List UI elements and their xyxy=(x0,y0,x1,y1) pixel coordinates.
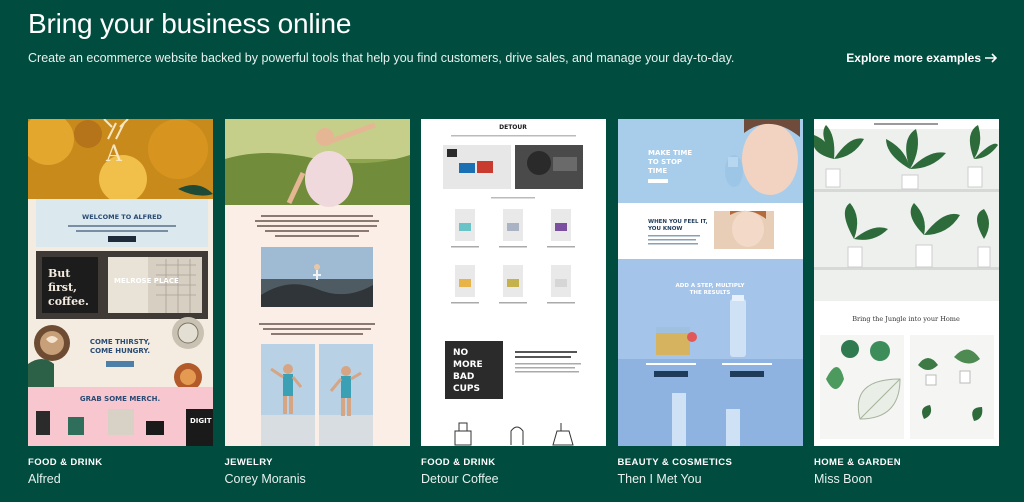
store-screenshot-then-i-met-you[interactable]: MAKE TIME TO STOP TIME WHEN YOU FEEL IT,… xyxy=(617,119,803,446)
store-category: FOOD & DRINK xyxy=(421,457,496,468)
store-name[interactable]: Miss Boon xyxy=(814,472,872,486)
svg-text:But: But xyxy=(48,267,71,280)
store-screenshot-miss-boon[interactable]: Bring the Jungle into your Home xyxy=(814,119,999,446)
store-card[interactable]: A WELCOME TO ALFRED But first, coffee. M… xyxy=(28,119,213,486)
store-name[interactable]: Alfred xyxy=(28,472,61,486)
svg-text:coffee.: coffee. xyxy=(48,295,89,308)
svg-text:DIGIT GIFTC: DIGIT GIFTC xyxy=(190,417,213,425)
svg-text:MORE: MORE xyxy=(453,360,483,370)
svg-text:A: A xyxy=(105,142,123,167)
store-card[interactable]: MAKE TIME TO STOP TIME WHEN YOU FEEL IT,… xyxy=(617,119,803,486)
svg-text:BAD: BAD xyxy=(453,372,474,382)
miss-boon-screenshot: Bring the Jungle into your Home xyxy=(814,119,999,446)
store-card[interactable]: DETOUR NO MORE BAD CUPS FOOD & DRINK Det… xyxy=(421,119,606,486)
corey-moranis-screenshot xyxy=(224,119,410,446)
svg-text:WELCOME TO ALFRED: WELCOME TO ALFRED xyxy=(82,213,162,221)
svg-text:COME HUNGRY.: COME HUNGRY. xyxy=(90,347,150,355)
svg-text:COME THIRSTY,: COME THIRSTY, xyxy=(90,338,150,346)
svg-text:THE RESULTS: THE RESULTS xyxy=(689,290,730,296)
store-name[interactable]: Corey Moranis xyxy=(225,472,306,486)
svg-text:MELROSE PLACE: MELROSE PLACE xyxy=(114,277,179,285)
store-screenshot-corey-moranis[interactable] xyxy=(224,119,410,446)
svg-text:TO STOP: TO STOP xyxy=(648,158,682,166)
store-name[interactable]: Then I Met You xyxy=(618,472,702,486)
detour-coffee-screenshot: DETOUR NO MORE BAD CUPS xyxy=(421,119,606,446)
svg-text:TIME: TIME xyxy=(648,167,667,175)
store-name[interactable]: Detour Coffee xyxy=(421,472,499,486)
explore-more-label: Explore more examples xyxy=(846,51,981,65)
explore-more-link[interactable]: Explore more examples xyxy=(846,51,998,65)
svg-text:Bring the Jungle into your Hom: Bring the Jungle into your Home xyxy=(852,315,960,323)
store-card[interactable]: Bring the Jungle into your Home HOME & G… xyxy=(814,119,999,486)
store-category: HOME & GARDEN xyxy=(814,457,902,468)
svg-text:ADD A STEP, MULTIPLY: ADD A STEP, MULTIPLY xyxy=(675,283,745,289)
store-card[interactable]: JEWELRY Corey Moranis xyxy=(224,119,410,486)
store-screenshot-alfred[interactable]: A WELCOME TO ALFRED But first, coffee. M… xyxy=(28,119,213,446)
svg-text:GRAB SOME MERCH.: GRAB SOME MERCH. xyxy=(80,395,160,403)
arrow-right-icon xyxy=(985,53,998,63)
svg-text:WHEN YOU FEEL IT,: WHEN YOU FEEL IT, xyxy=(648,219,708,225)
page-subtitle: Create an ecommerce website backed by po… xyxy=(28,51,735,65)
svg-text:NO: NO xyxy=(453,348,469,358)
svg-text:DETOUR: DETOUR xyxy=(499,124,527,131)
page-title: Bring your business online xyxy=(28,8,352,39)
store-category: FOOD & DRINK xyxy=(28,457,103,468)
then-i-met-you-screenshot: MAKE TIME TO STOP TIME WHEN YOU FEEL IT,… xyxy=(617,119,803,446)
store-category: BEAUTY & COSMETICS xyxy=(617,457,733,468)
store-category: JEWELRY xyxy=(224,457,273,468)
alfred-screenshot: A WELCOME TO ALFRED But first, coffee. M… xyxy=(28,119,213,446)
svg-text:first,: first, xyxy=(48,281,77,294)
svg-text:YOU KNOW: YOU KNOW xyxy=(647,226,682,232)
store-screenshot-detour-coffee[interactable]: DETOUR NO MORE BAD CUPS xyxy=(421,119,606,446)
svg-text:CUPS: CUPS xyxy=(453,384,480,394)
svg-text:MAKE TIME: MAKE TIME xyxy=(648,149,692,157)
